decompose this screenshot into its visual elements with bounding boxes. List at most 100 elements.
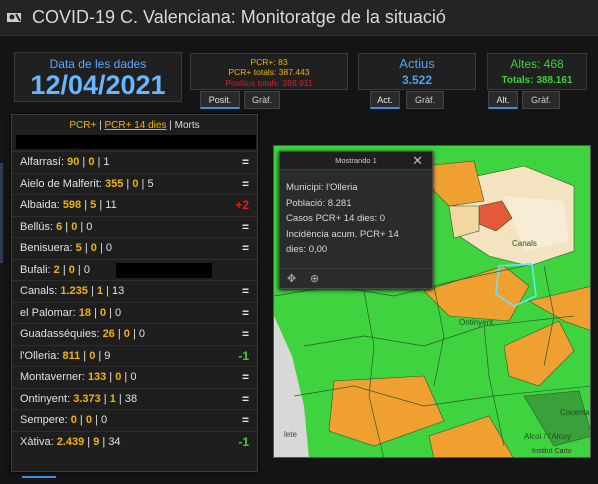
- deaths-count: 9: [104, 349, 111, 362]
- list-item[interactable]: Albaida: 598 | 5 | 11 +2: [12, 194, 259, 216]
- separator: |: [129, 328, 139, 340]
- municipality-name: el Palomar:: [20, 306, 79, 319]
- close-icon[interactable]: ✕: [412, 153, 423, 169]
- list-item[interactable]: Xàtiva: 2.439 | 9 | 34 -1: [12, 430, 259, 453]
- separator: |: [123, 177, 133, 190]
- pcr-count: 26: [102, 328, 115, 340]
- pcr-count: 811: [62, 349, 81, 362]
- list-item[interactable]: el Palomar: 18 | 0 | 0 =: [12, 301, 259, 324]
- municipality-name: Canals:: [20, 285, 61, 297]
- deaths-count: 13: [111, 285, 125, 297]
- trend-indicator: =: [241, 391, 249, 406]
- deaths-count: 0: [83, 263, 90, 276]
- list-item[interactable]: Sempere: 0 | 0 | 0 =: [12, 409, 259, 431]
- municipality-name: Bufali:: [20, 263, 54, 276]
- separator: |: [79, 156, 89, 168]
- tab-positives-chart[interactable]: Gràf.: [244, 91, 280, 109]
- municipality-list-panel: PCR+ | PCR+ 14 dies | Morts Alfarrasí: 9…: [11, 114, 259, 472]
- trend-indicator: =: [241, 284, 249, 298]
- move-icon[interactable]: ✥: [287, 272, 296, 285]
- date-card: Data de les dades 12/04/2021: [14, 52, 182, 102]
- list-item[interactable]: Aielo de Malferit: 355 | 0 | 5 =: [12, 172, 259, 195]
- row-text: Benisuera: 5 | 0 | 0: [20, 242, 112, 254]
- tab-pcr[interactable]: PCR+: [69, 120, 96, 131]
- tab-recovered[interactable]: Alt.: [488, 91, 518, 109]
- municipality-rows: Alfarrasí: 90 | 0 | 1 = Aielo de Malferit:…: [12, 151, 259, 452]
- positives-total: Positius totals: 398.911: [225, 78, 313, 88]
- list-item[interactable]: Montaverner: 133 | 0 | 0 =: [12, 366, 259, 388]
- separator: |: [115, 392, 125, 405]
- list-item[interactable]: Guadasséquies: 26 | 0 | 0 =: [12, 323, 259, 345]
- tab-deaths[interactable]: Morts: [175, 120, 200, 131]
- row-text: Aielo de Malferit: 355 | 0 | 5: [20, 178, 154, 190]
- tab-active-chart[interactable]: Gràf.: [406, 91, 444, 109]
- redacted-block: [116, 262, 212, 278]
- separator: |: [84, 435, 94, 448]
- list-item[interactable]: Canals: 1.235 | 1 | 13 =: [12, 280, 259, 302]
- list-item[interactable]: Alfarrasí: 90 | 0 | 1 =: [12, 151, 259, 173]
- municipality-name: Aielo de Malferit:: [20, 177, 105, 190]
- separator: |: [81, 199, 91, 211]
- page-title: COVID-19 C. Valenciana: Monitoratge de l…: [32, 7, 446, 27]
- zoom-icon[interactable]: ⊕: [310, 272, 319, 285]
- popup-cases: Casos PCR+ 14 dies: 0: [286, 213, 386, 224]
- municipality-name: Xàtiva:: [20, 435, 57, 448]
- separator: |: [91, 414, 101, 426]
- deaths-count: 0: [86, 220, 93, 233]
- separator: |: [96, 199, 106, 211]
- deaths-count: 11: [105, 199, 117, 211]
- municipality-name: Bellús:: [20, 220, 57, 233]
- list-item[interactable]: Bufali: 2 | 0 | 0: [12, 258, 259, 281]
- row-text: Ontinyent: 3.373 | 1 | 38: [20, 393, 137, 405]
- map-label-ontinyent: Ontinyent: [459, 318, 494, 327]
- deaths-count: 0: [130, 371, 137, 383]
- list-item[interactable]: Bellús: 6 | 0 | 0 =: [12, 215, 259, 238]
- pcr-count: 3.373: [73, 392, 101, 405]
- list-item[interactable]: Ontinyent: 3.373 | 1 | 38 =: [12, 387, 259, 410]
- side-edge: [0, 163, 3, 263]
- separator: |: [74, 263, 84, 276]
- row-text: Guadasséquies: 26 | 0 | 0: [20, 328, 145, 340]
- redacted-bar: [16, 135, 256, 149]
- popup-body: Municipi: l'Olleria Població: 8.281 Caso…: [286, 180, 399, 258]
- list-item[interactable]: Benisuera: 5 | 0 | 0 =: [12, 237, 259, 259]
- trend-indicator: -1: [238, 434, 249, 449]
- separator: |: [96, 242, 106, 254]
- municipality-name: Benisuera:: [20, 242, 76, 254]
- row-text: l'Olleria: 811 | 0 | 9: [20, 350, 110, 362]
- row-text: el Palomar: 18 | 0 | 0: [20, 307, 121, 319]
- row-text: Bellús: 6 | 0 | 0: [20, 221, 92, 233]
- top-bar: COVID-19 C. Valenciana: Monitoratge de l…: [0, 0, 598, 36]
- tab-active[interactable]: Act.: [370, 91, 400, 109]
- pcr-count: 598: [62, 199, 82, 211]
- trend-indicator: +2: [235, 198, 249, 212]
- tab-recovered-chart[interactable]: Gràf.: [522, 91, 560, 109]
- tab-pcr-14-days[interactable]: PCR+ 14 dies: [104, 120, 166, 131]
- list-item[interactable]: l'Olleria: 811 | 0 | 9 -1: [12, 344, 259, 367]
- popup-header: Mostrando 1 ✕: [280, 152, 432, 170]
- trend-indicator: =: [241, 413, 249, 427]
- active-label: Actius: [399, 56, 435, 71]
- virus-logo-icon: [7, 13, 21, 22]
- trend-indicator: =: [241, 176, 249, 191]
- deaths-count: 0: [100, 414, 108, 426]
- popup-incidence-value: dies: 0,00: [286, 244, 328, 255]
- trend-indicator: =: [241, 305, 249, 320]
- popup-population: Població: 8.281: [286, 197, 352, 209]
- deaths-count: 0: [105, 242, 112, 254]
- municipality-name: Ontinyent:: [20, 392, 74, 405]
- trend-indicator: =: [241, 241, 249, 255]
- row-text: Montaverner: 133 | 0 | 0: [20, 371, 136, 383]
- trend-indicator: =: [241, 327, 249, 341]
- bottom-tab-indicator[interactable]: [22, 476, 56, 484]
- separator: |: [95, 349, 105, 362]
- tab-positives[interactable]: Posit.: [200, 91, 240, 109]
- map-label-left: lete: [284, 430, 297, 439]
- trend-indicator: =: [241, 370, 249, 384]
- active-value: 3.522: [401, 73, 433, 87]
- deaths-count: 38: [124, 392, 138, 405]
- map-popup[interactable]: Mostrando 1 ✕ Municipi: l'Olleria Poblac…: [279, 151, 433, 289]
- map-label-cocentaina: Cocenta: [560, 408, 590, 417]
- tab-separator: |: [166, 120, 175, 131]
- municipality-name: Guadasséquies:: [20, 328, 103, 340]
